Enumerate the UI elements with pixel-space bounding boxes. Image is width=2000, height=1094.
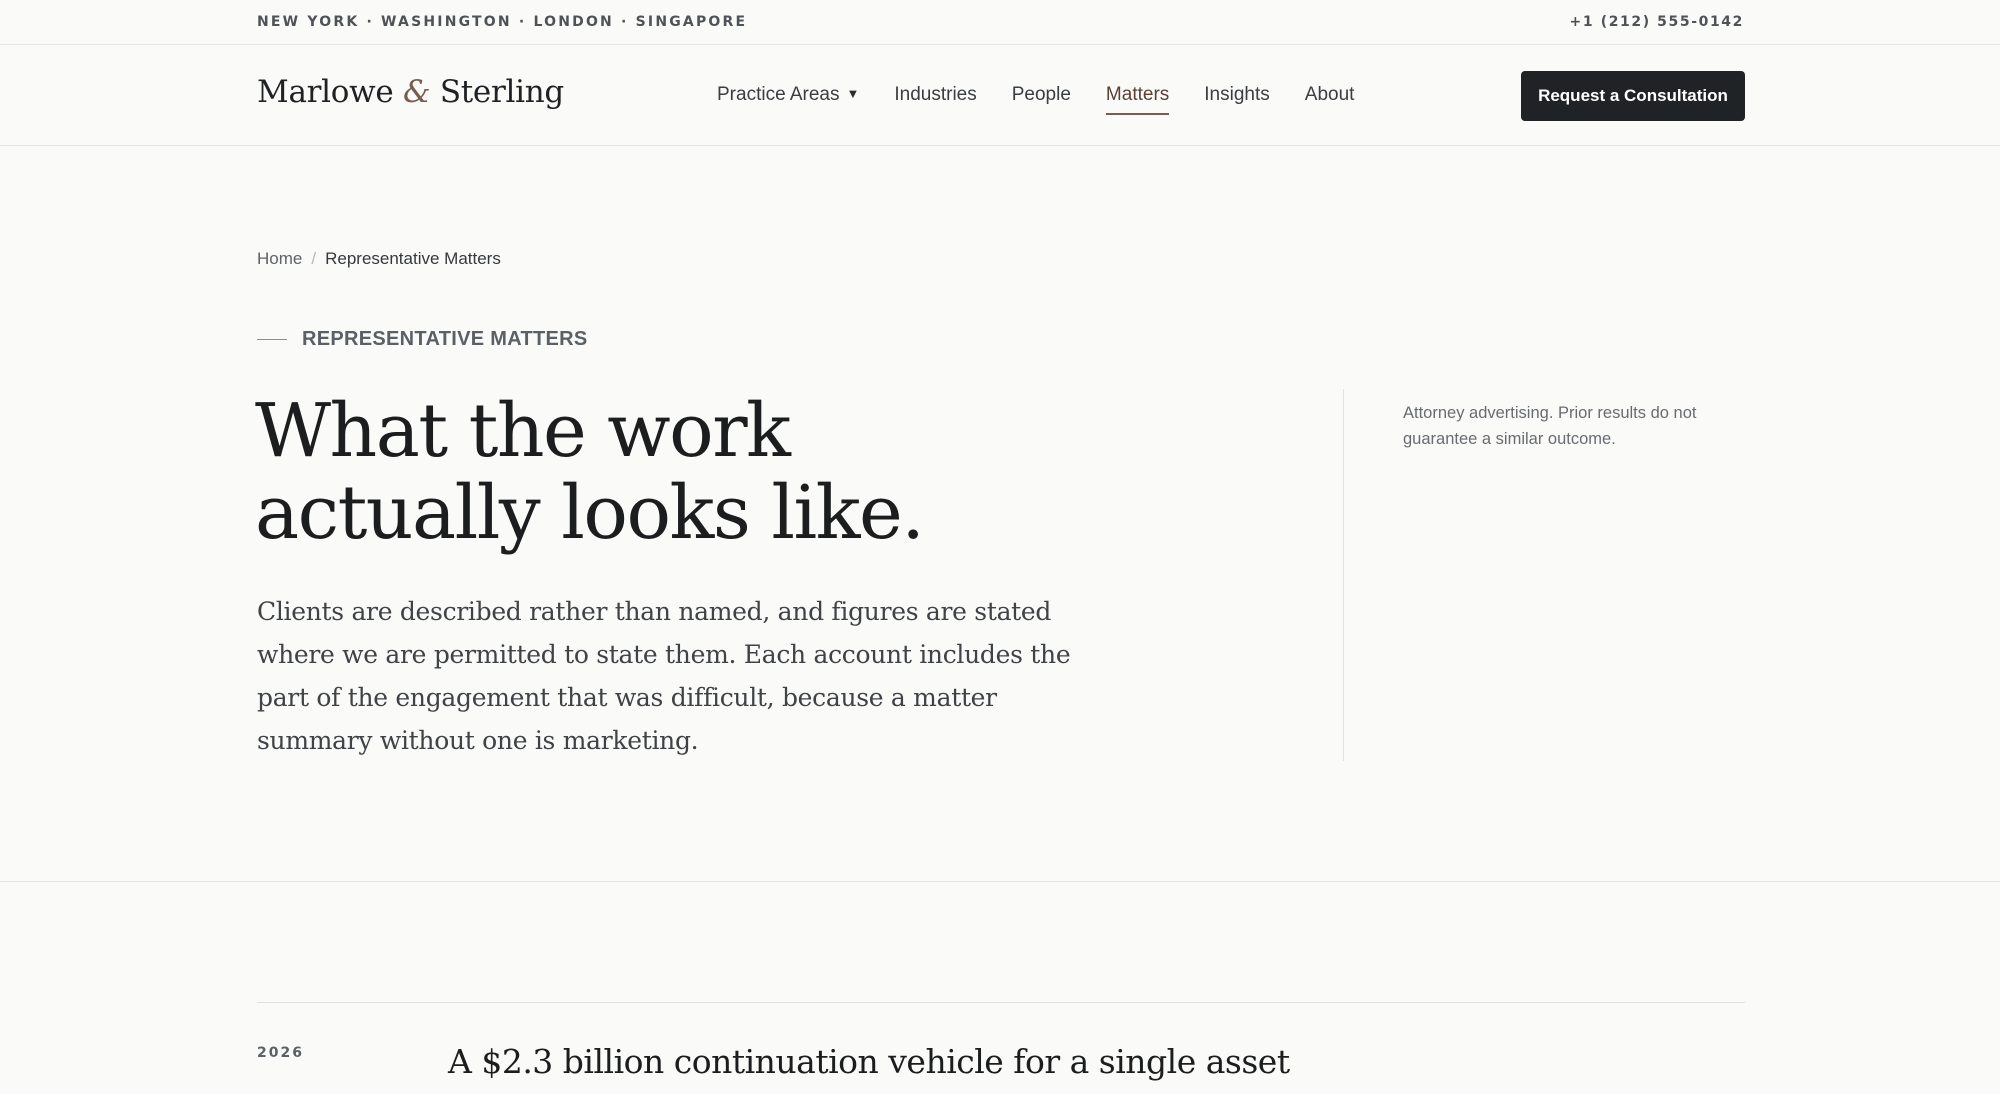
site-logo[interactable]: Marlowe & Sterling: [257, 74, 564, 110]
section-eyebrow: REPRESENTATIVE MATTERS: [257, 328, 588, 351]
matter-title[interactable]: A $2.3 billion continuation vehicle for …: [448, 1042, 1290, 1081]
nav-about[interactable]: About: [1305, 84, 1355, 106]
page-title-line-1: What the work: [255, 388, 791, 474]
breadcrumb: Home / Representative Matters: [257, 249, 501, 269]
intro-paragraph: Clients are described rather than named,…: [257, 597, 1071, 755]
breadcrumb-current: Representative Matters: [325, 249, 501, 268]
logo-name-second: Sterling: [439, 74, 564, 110]
breadcrumb-home-link[interactable]: Home: [257, 249, 302, 268]
nav-insights[interactable]: Insights: [1204, 84, 1269, 106]
logo-ampersand: &: [402, 74, 431, 110]
nav-people[interactable]: People: [1012, 84, 1071, 106]
eyebrow-label: REPRESENTATIVE MATTERS: [302, 328, 588, 350]
page-title-line-2: actually looks like.: [255, 470, 925, 556]
nav-matters[interactable]: Matters: [1105, 84, 1170, 115]
nav-industries[interactable]: Industries: [894, 84, 976, 106]
section-divider: [0, 881, 2000, 882]
primary-nav: Practice Areas ▼ Industries People Matter…: [717, 84, 1389, 115]
matter-divider: [257, 1002, 1745, 1003]
attorney-advertising-disclaimer: Attorney advertising. Prior results do n…: [1403, 404, 1697, 448]
office-locations: NEW YORK · WASHINGTON · LONDON · SINGAPO…: [257, 14, 748, 30]
top-utility-bar: NEW YORK · WASHINGTON · LONDON · SINGAPO…: [0, 0, 2000, 45]
nav-practice-areas[interactable]: Practice Areas ▼: [717, 84, 859, 106]
nav-practice-areas-label: Practice Areas: [717, 84, 840, 105]
logo-name-first: Marlowe: [257, 74, 394, 110]
vertical-divider: [1343, 389, 1344, 761]
request-consultation-button[interactable]: Request a Consultation: [1521, 71, 1745, 121]
main-header: Marlowe & Sterling Practice Areas ▼ Indus…: [0, 45, 2000, 146]
chevron-down-icon: ▼: [846, 86, 860, 101]
eyebrow-rule: [257, 339, 287, 340]
phone-number[interactable]: +1 (212) 555-0142: [1570, 14, 1744, 30]
page-title: What the work actually looks like.: [255, 390, 1015, 554]
breadcrumb-separator: /: [311, 249, 317, 268]
matter-year: 2026: [257, 1045, 304, 1061]
